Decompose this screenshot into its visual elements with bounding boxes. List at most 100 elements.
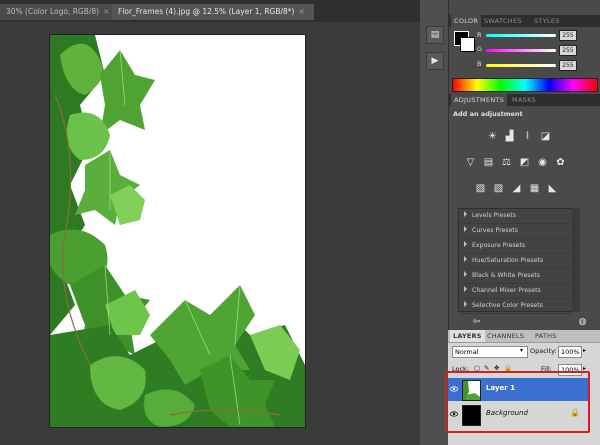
adjustments-panel-header: ADJUSTMENTS MASKS	[449, 94, 600, 106]
layer-name[interactable]: Layer 1	[486, 384, 515, 392]
document-tab-flor-frames[interactable]: Flor_Frames (4).jpg @ 12.5% (Layer 1, RG…	[112, 4, 314, 20]
green-value[interactable]: 255	[559, 45, 577, 56]
tab-channels[interactable]: CHANNELS	[484, 330, 527, 342]
preset-label: Channel Mixer Presets	[472, 287, 541, 294]
actions-panel-icon[interactable]: ▶	[426, 52, 444, 70]
photo-filter-icon[interactable]: ◉	[536, 156, 549, 169]
layers-panel-footer	[448, 427, 600, 445]
tab-color[interactable]: COLOR	[451, 15, 482, 27]
expand-triangle-icon	[464, 301, 467, 307]
background-color-swatch[interactable]	[460, 37, 475, 52]
preset-label: Black & White Presets	[472, 272, 540, 279]
preset-item-black-white[interactable]: Black & White Presets	[459, 269, 572, 284]
opacity-input[interactable]: 100%	[558, 346, 582, 358]
document-tab-color-logo[interactable]: 30% (Color Logo, RGB/8) ×	[0, 4, 116, 20]
tab-styles[interactable]: STYLES	[531, 15, 563, 27]
lock-label: Lock:	[452, 365, 470, 373]
color-panel-header: COLOR SWATCHES STYLES	[449, 15, 600, 27]
color-spectrum-bar[interactable]	[452, 78, 598, 92]
document-tab-label: 30% (Color Logo, RGB/8)	[6, 7, 100, 16]
layer-row-layer-1[interactable]: Layer 1	[448, 378, 588, 401]
layer-row-background[interactable]: Background 🔒	[448, 403, 588, 426]
adjustment-presets-list: Levels Presets Curves Presets Exposure P…	[458, 208, 573, 314]
blend-mode-select[interactable]: Normal	[452, 346, 528, 358]
channel-b-label: B	[477, 60, 482, 68]
exposure-icon[interactable]: ◪	[539, 130, 552, 143]
fill-input[interactable]: 100%	[558, 364, 582, 376]
close-icon[interactable]: ×	[298, 7, 304, 16]
brightness-contrast-icon[interactable]: ☀	[486, 130, 499, 143]
expand-triangle-icon	[464, 211, 467, 217]
preset-item-curves[interactable]: Curves Presets	[459, 224, 572, 239]
channel-g-label: G	[477, 45, 483, 53]
lock-transparent-icon[interactable]: ▢	[474, 364, 480, 372]
preset-item-exposure[interactable]: Exposure Presets	[459, 239, 572, 254]
preset-item-selective-color[interactable]: Selective Color Presets	[459, 299, 572, 314]
lock-image-icon[interactable]: ✎	[484, 364, 489, 372]
layer-thumbnail	[462, 405, 481, 426]
expand-triangle-icon	[464, 226, 467, 232]
preset-item-levels[interactable]: Levels Presets	[459, 209, 572, 224]
opacity-slider-arrow-icon[interactable]: ▸	[583, 347, 586, 354]
ivy-leaves-image	[50, 35, 305, 427]
color-balance-icon[interactable]: ⚖	[500, 156, 513, 169]
tab-adjustments[interactable]: ADJUSTMENTS	[451, 94, 508, 106]
history-panel-icon[interactable]: ▤	[426, 26, 444, 44]
tab-masks[interactable]: MASKS	[509, 94, 539, 106]
threshold-icon[interactable]: ◢	[510, 182, 523, 195]
lock-position-icon[interactable]: ✥	[494, 364, 499, 372]
gradient-map-icon[interactable]: ▦	[528, 182, 541, 195]
expand-triangle-icon	[464, 271, 467, 277]
fill-label: Fill:	[541, 365, 552, 373]
lock-all-icon[interactable]: 🔒	[504, 364, 512, 372]
chevron-down-icon[interactable]: ▾	[520, 347, 523, 354]
presets-scrollbar[interactable]	[572, 208, 580, 312]
posterize-icon[interactable]: ▨	[492, 182, 505, 195]
preset-label: Hue/Saturation Presets	[472, 257, 544, 264]
lock-icon: 🔒	[570, 408, 580, 417]
expand-triangle-icon	[464, 241, 467, 247]
blue-value[interactable]: 255	[559, 60, 577, 71]
preset-label: Exposure Presets	[472, 242, 526, 249]
preset-item-channel-mixer[interactable]: Channel Mixer Presets	[459, 284, 572, 299]
tab-swatches[interactable]: SWATCHES	[481, 15, 525, 27]
close-icon[interactable]: ×	[103, 7, 109, 16]
layer-name[interactable]: Background	[486, 409, 528, 417]
vibrance-icon[interactable]: ▽	[464, 156, 477, 169]
channel-r-label: R	[477, 31, 482, 39]
selective-color-icon[interactable]: ◣	[546, 182, 559, 195]
document-tab-bar: 30% (Color Logo, RGB/8) × Flor_Frames (4)…	[0, 0, 420, 23]
clip-to-layer-icon[interactable]: ◍	[576, 316, 589, 329]
document-canvas[interactable]	[50, 35, 305, 427]
layer-thumbnail	[462, 380, 481, 401]
preset-item-hue-saturation[interactable]: Hue/Saturation Presets	[459, 254, 572, 269]
canvas-area[interactable]	[0, 22, 420, 445]
collapsed-panel-strip: ▤ ▶	[420, 0, 449, 445]
green-slider[interactable]	[486, 49, 556, 52]
preset-label: Selective Color Presets	[472, 302, 543, 309]
blue-slider[interactable]	[486, 64, 556, 67]
ivy-thumbnail-image	[463, 381, 480, 400]
expand-triangle-icon	[464, 286, 467, 292]
tab-layers[interactable]: LAYERS	[450, 330, 485, 342]
curves-icon[interactable]: ⌇	[521, 130, 534, 143]
red-slider[interactable]	[486, 34, 556, 37]
preset-label: Curves Presets	[472, 227, 518, 234]
fill-slider-arrow-icon[interactable]: ▸	[583, 365, 586, 372]
invert-icon[interactable]: ▧	[474, 182, 487, 195]
document-tab-label: Flor_Frames (4).jpg @ 12.5% (Layer 1, RG…	[118, 7, 295, 16]
channel-mixer-icon[interactable]: ✿	[554, 156, 567, 169]
levels-icon[interactable]: ▟	[503, 130, 516, 143]
expand-triangle-icon	[464, 256, 467, 262]
tab-paths[interactable]: PATHS	[532, 330, 559, 342]
black-white-icon[interactable]: ◩	[518, 156, 531, 169]
visibility-eye-icon[interactable]	[450, 410, 458, 418]
return-to-list-icon[interactable]: ⇦	[470, 316, 483, 329]
visibility-eye-icon[interactable]	[450, 385, 458, 393]
layers-panel-header: LAYERS CHANNELS PATHS	[448, 330, 600, 343]
adjustments-heading: Add an adjustment	[453, 110, 523, 118]
opacity-label: Opacity:	[530, 347, 557, 355]
preset-label: Levels Presets	[472, 212, 517, 219]
hue-saturation-icon[interactable]: ▤	[482, 156, 495, 169]
red-value[interactable]: 255	[559, 30, 577, 41]
